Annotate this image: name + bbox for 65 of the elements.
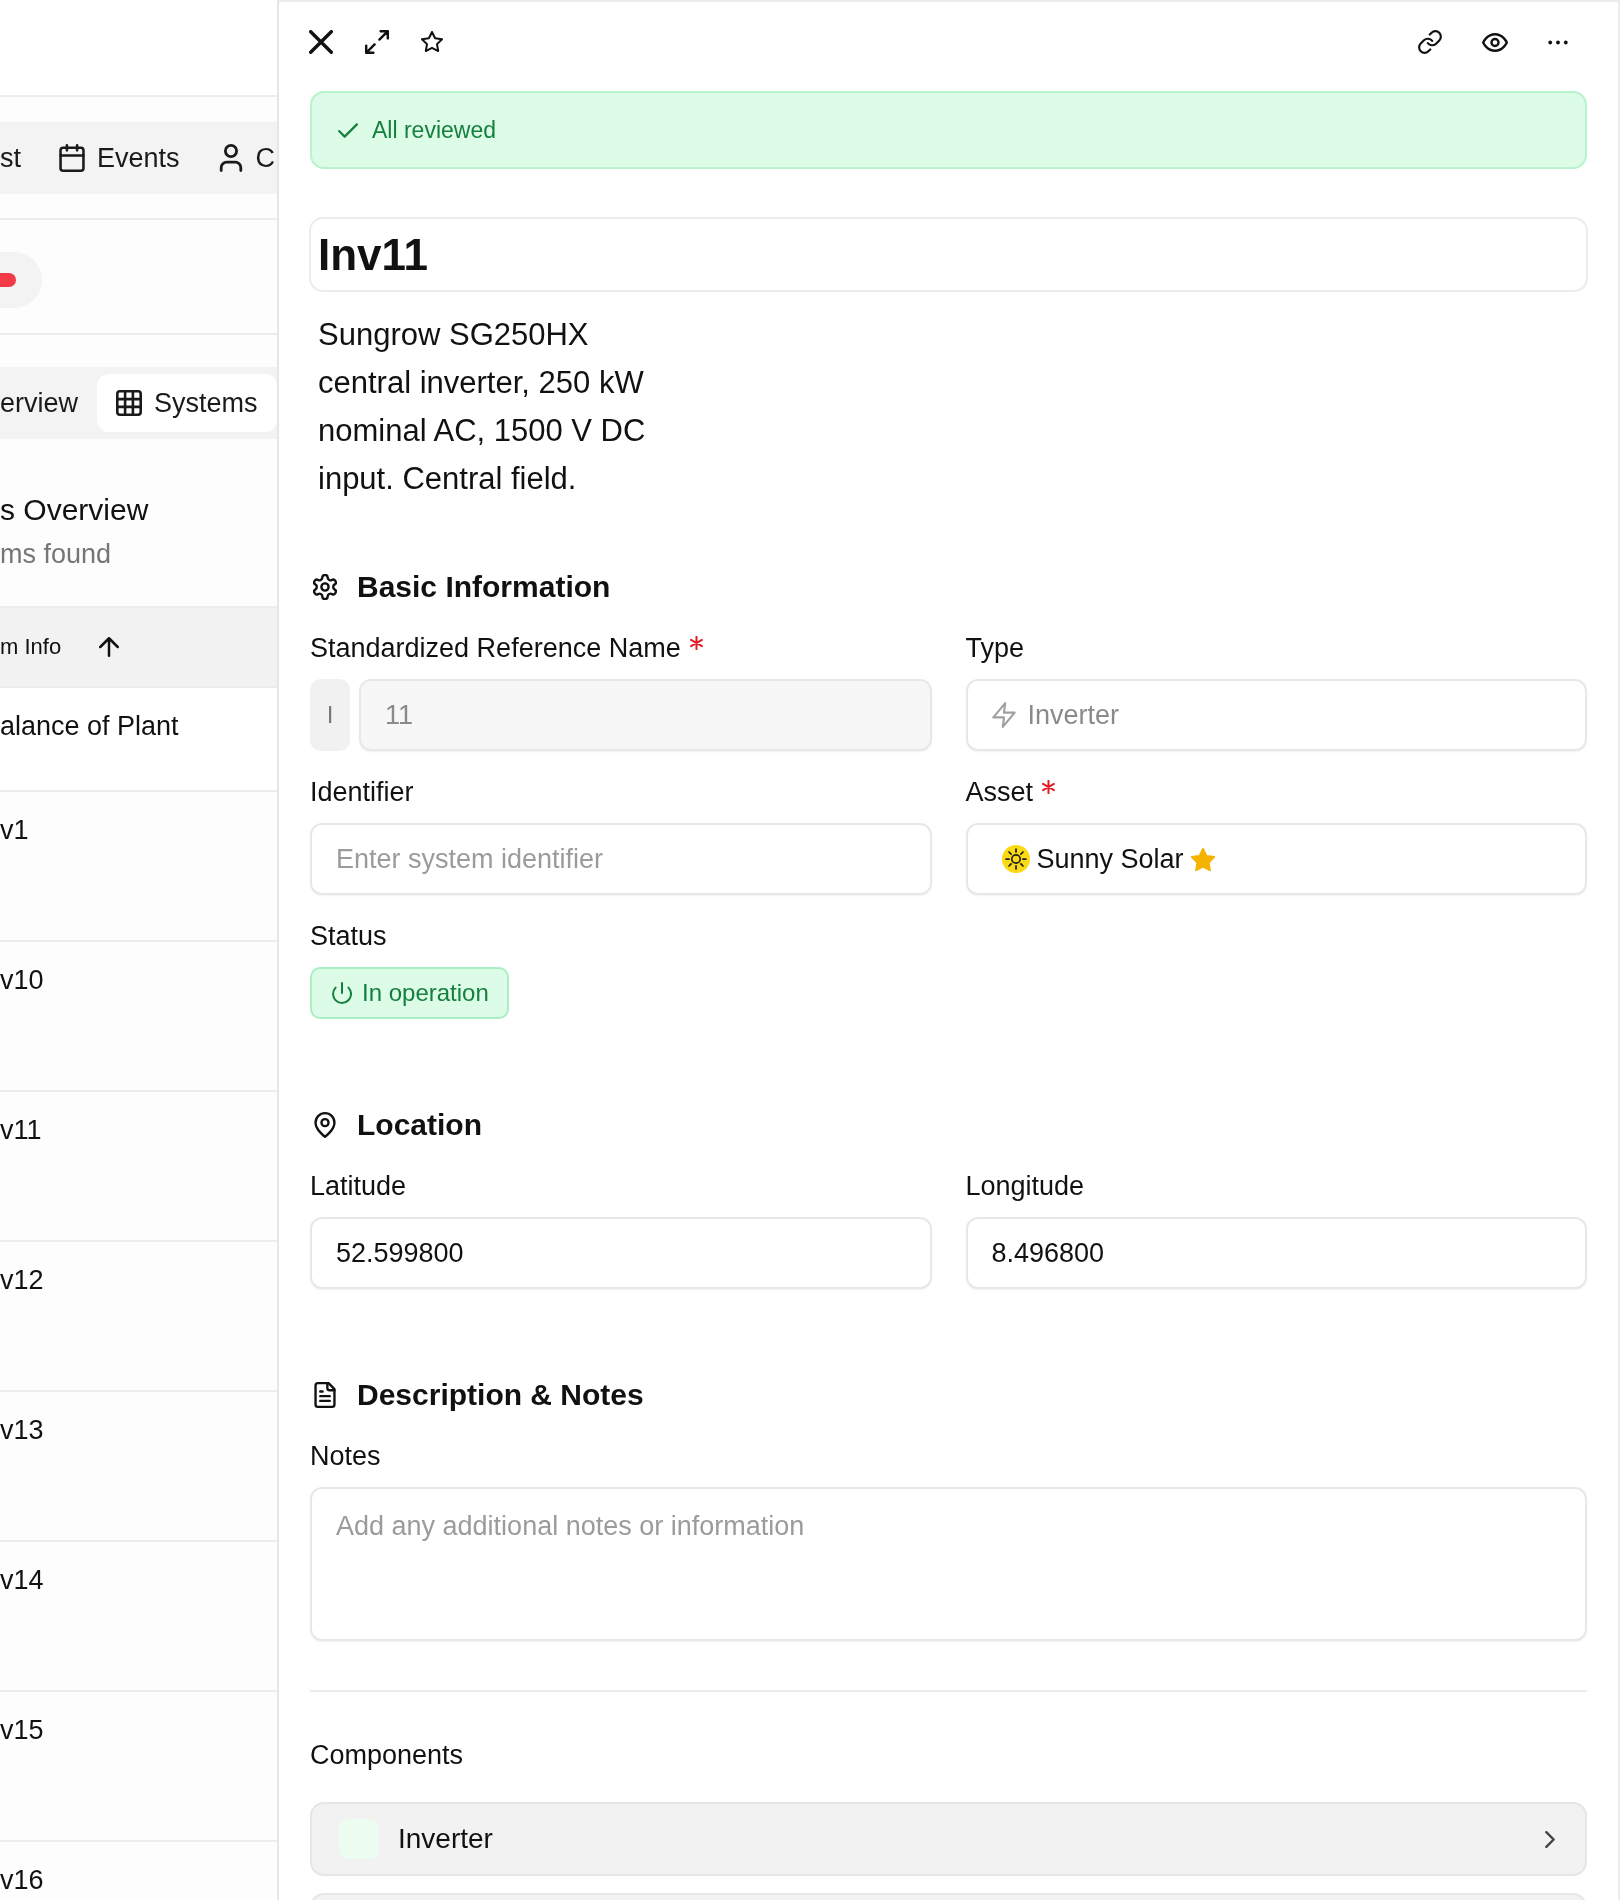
field-label: Standardized Reference Name <box>310 632 681 665</box>
eye-icon <box>1482 32 1508 52</box>
table-cell: alance of Plant <box>0 710 179 742</box>
result-count: ms found <box>0 538 113 571</box>
column-header[interactable]: m Info <box>0 634 62 660</box>
view-tab[interactable]: erview <box>0 374 98 432</box>
table-cell: v16 <box>0 1864 44 1896</box>
notes-field[interactable]: Add any additional notes or information <box>310 1487 1587 1641</box>
field-label: Type <box>965 632 1025 665</box>
star-icon <box>421 31 443 53</box>
page-heading: s Overview <box>0 492 150 528</box>
asset-select[interactable]: Sunny Solar <box>965 823 1587 895</box>
table-cell: v12 <box>0 1264 44 1296</box>
view-tab[interactable]: st <box>0 129 40 187</box>
description-text: Sungrow SG250HX central inverter, 250 kW nominal AC, 1500 V DC input. Central field. <box>317 316 647 498</box>
lightning-bolt-icon <box>991 702 1016 728</box>
status-badge[interactable]: In operation <box>310 967 509 1019</box>
chevron-right-icon <box>1545 1830 1555 1848</box>
table-cell: v11 <box>0 1114 42 1146</box>
close-icon <box>309 30 333 54</box>
preview-button[interactable] <box>1482 32 1508 52</box>
table-cell: v13 <box>0 1414 44 1446</box>
components-heading: Components <box>310 1739 465 1772</box>
table-cell: v15 <box>0 1714 44 1746</box>
section-heading: Basic Information <box>357 569 611 605</box>
field-label: Notes <box>310 1440 381 1473</box>
table-cell: v14 <box>0 1564 44 1596</box>
arrow-up-icon[interactable] <box>99 636 120 658</box>
text-input[interactable]: 8.496800 <box>965 1217 1587 1289</box>
component-row[interactable]: Inverter <box>310 1802 1587 1876</box>
more-button[interactable] <box>1548 39 1568 45</box>
view-tab[interactable]: Events <box>40 129 199 187</box>
sun-icon <box>1001 845 1030 873</box>
expand-button[interactable] <box>365 30 389 54</box>
title-field[interactable]: Inv11 <box>309 217 1588 292</box>
field-label: Identifier <box>310 776 414 809</box>
view-tab[interactable]: Systems <box>97 374 277 432</box>
copy-link-button[interactable] <box>1418 30 1442 54</box>
text-input[interactable]: Enter system identifier <box>310 823 932 895</box>
section-heading: Description & Notes <box>357 1377 644 1413</box>
map-pin-icon <box>313 1112 337 1138</box>
prefix-label: I <box>310 679 350 751</box>
expand-icon <box>365 30 389 54</box>
view-tab[interactable]: C <box>198 129 277 187</box>
close-button[interactable] <box>309 30 333 54</box>
settings-icon <box>313 574 337 600</box>
grid-icon <box>116 389 143 417</box>
check-icon <box>338 122 358 138</box>
section-heading: Location <box>357 1107 482 1143</box>
document-icon <box>313 1382 337 1408</box>
person-icon <box>217 144 244 172</box>
power-icon <box>332 982 352 1004</box>
calendar-icon <box>59 144 85 172</box>
field-label: Status <box>310 920 387 953</box>
field-label: Latitude <box>310 1170 407 1203</box>
table-cell: v1 <box>0 814 29 846</box>
text-input[interactable]: 52.599800 <box>310 1217 932 1289</box>
table-cell: v10 <box>0 964 44 996</box>
component-name: Inverter <box>398 1823 493 1855</box>
link-icon <box>1418 30 1442 54</box>
banner-text: All reviewed <box>372 116 496 144</box>
favorite-button[interactable] <box>421 31 443 53</box>
more-icon <box>1548 39 1568 45</box>
field-label: Asset <box>965 776 1034 809</box>
field-label: Longitude <box>965 1170 1085 1203</box>
